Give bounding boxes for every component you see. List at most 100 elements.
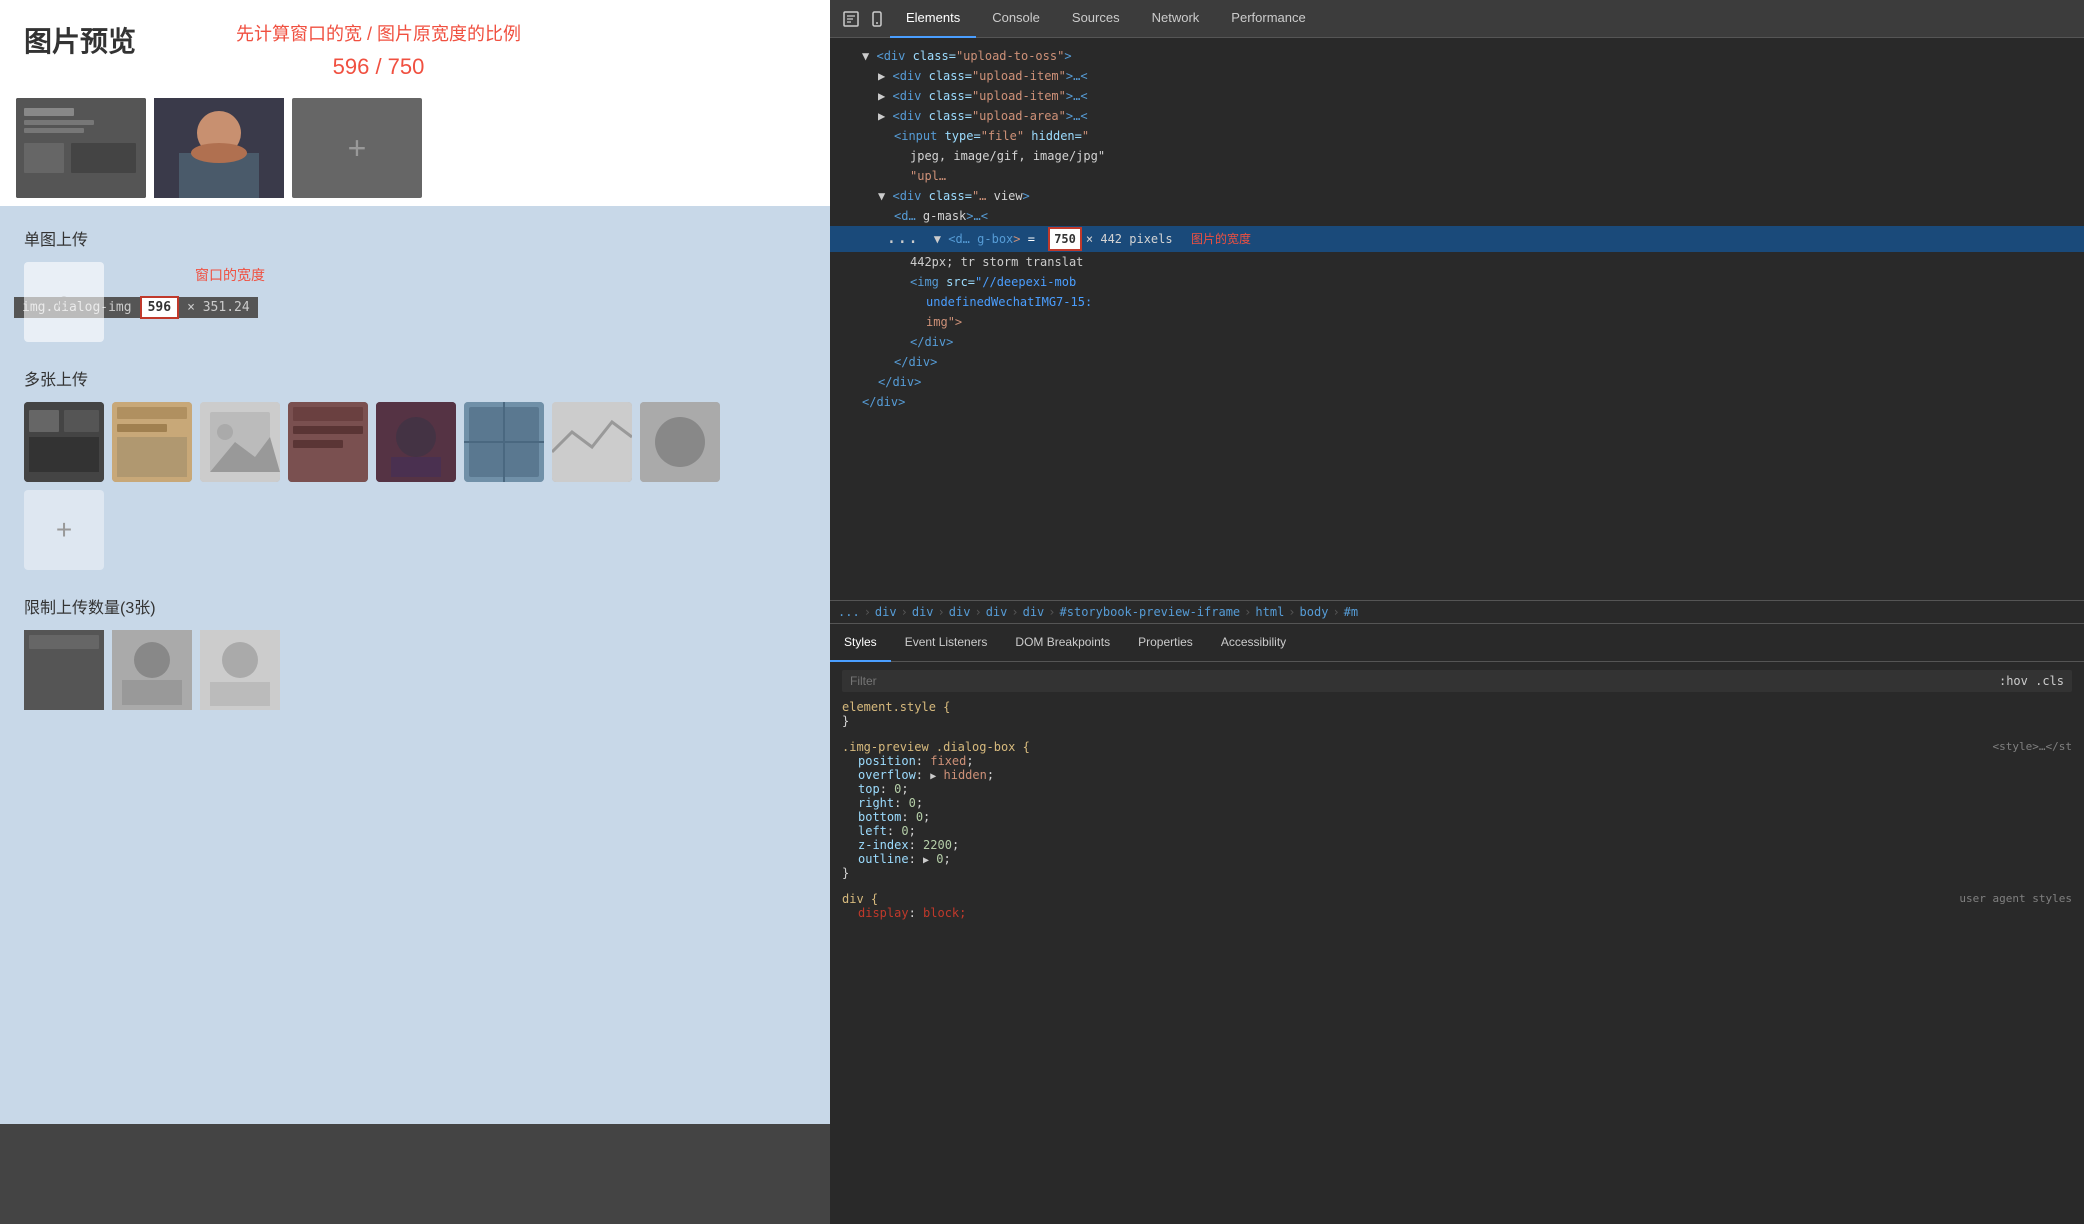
dom-line-10-selected[interactable]: ... ▼ <d… g-box> = 750 × 442 pixels 图片的宽… (830, 226, 2084, 252)
bottom-tab-accessibility[interactable]: Accessibility (1207, 624, 1300, 662)
bc-ellipsis[interactable]: ... (838, 605, 860, 619)
bottom-tabs: Styles Event Listeners DOM Breakpoints P… (830, 624, 2084, 662)
dom-line-11[interactable]: 442px; tr storm translat (830, 252, 2084, 272)
devtools-tab-console[interactable]: Console (976, 0, 1056, 38)
dom-tree-area: ▼ <div class="upload-to-oss"> ▶ <div cla… (830, 38, 2084, 1224)
preview-ratio: 596 / 750 (236, 54, 521, 80)
add-preview-icon: + (348, 130, 367, 167)
preview-thumb-2[interactable] (154, 98, 284, 198)
preview-title: 图片预览 (24, 20, 136, 60)
dom-line-img-close[interactable]: img"> (830, 312, 2084, 332)
multi-upload-img-1[interactable] (24, 402, 104, 482)
content-area: 单图上传 ○ 多张上传 (0, 206, 830, 1124)
bc-div-5[interactable]: div (1023, 605, 1045, 619)
dom-line-img[interactable]: <img src="//deepexi-mob (830, 272, 2084, 292)
multi-upload-add-btn[interactable]: + (24, 490, 104, 570)
dom-line-3[interactable]: ▶ <div class="upload-item">…< (830, 86, 2084, 106)
styles-panel: :hov .cls element.style { } .img-preview… (830, 662, 2084, 1224)
css-prop-bottom: bottom: 0; (858, 810, 2072, 824)
multi-upload-img-5[interactable] (376, 402, 456, 482)
section-title-single: 单图上传 (24, 226, 806, 250)
dom-line-img-url[interactable]: undefinedWechatIMG7-15: (830, 292, 2084, 312)
dom-line-2[interactable]: ▶ <div class="upload-item">…< (830, 66, 2084, 86)
css-selector-div: div { (842, 892, 878, 906)
css-prop-zindex: z-index: 2200; (858, 838, 2072, 852)
size-text: × 442 pixels (1086, 230, 1173, 248)
bc-body[interactable]: body (1300, 605, 1329, 619)
devtools-tab-network[interactable]: Network (1136, 0, 1216, 38)
css-prop-display: display: block; (858, 906, 2072, 920)
bottom-tab-dom-breakpoints[interactable]: DOM Breakpoints (1001, 624, 1124, 662)
css-block-close-2: } (842, 866, 849, 880)
size-tooltip: 750 × 442 pixels 图片的宽度 (1048, 227, 1251, 251)
dom-line-8[interactable]: ▼ <div class="… view> (830, 186, 2084, 206)
devtools-inspect-icon[interactable] (838, 6, 864, 32)
limited-upload-img-1[interactable] (24, 630, 104, 710)
css-source-dialog[interactable]: <style>…</st (1993, 740, 2072, 754)
dom-line-7[interactable]: "upl… (830, 166, 2084, 186)
section-single-upload: 单图上传 ○ (24, 226, 806, 342)
limited-upload-img-3[interactable] (200, 630, 280, 710)
selector-rest: × 351.24 (179, 297, 258, 318)
section-multi-upload: 多张上传 (24, 366, 806, 570)
multi-upload-img-6[interactable] (464, 402, 544, 482)
devtools-mobile-icon[interactable] (864, 6, 890, 32)
preview-header: 图片预览 先计算窗口的宽 / 图片原宽度的比例 596 / 750 (0, 0, 830, 90)
dom-line-5[interactable]: <input type="file" hidden=" (830, 126, 2084, 146)
dom-line-div-close-4: </div> (830, 392, 2084, 412)
bc-div-4[interactable]: div (986, 605, 1008, 619)
devtools-panel: Elements Console Sources Network Perform… (830, 0, 2084, 1224)
dom-line-4[interactable]: ▶ <div class="upload-area">…< (830, 106, 2084, 126)
dom-line-div-close-2: </div> (830, 352, 2084, 372)
bottom-tab-event-listeners[interactable]: Event Listeners (891, 624, 1002, 662)
css-rule-div-useragent: div { user agent styles display: block; (842, 892, 2072, 920)
multi-upload-img-7[interactable] (552, 402, 632, 482)
multi-upload-img-2[interactable] (112, 402, 192, 482)
dom-tree[interactable]: ▼ <div class="upload-to-oss"> ▶ <div cla… (830, 38, 2084, 600)
preview-info-text: 先计算窗口的宽 / 图片原宽度的比例 (236, 20, 521, 46)
single-upload-box[interactable]: ○ (24, 262, 104, 342)
left-panel: 图片预览 先计算窗口的宽 / 图片原宽度的比例 596 / 750 (0, 0, 830, 1224)
css-block-close-1: } (842, 714, 849, 728)
preview-thumb-1[interactable] (16, 98, 146, 198)
bottom-bar (0, 1124, 830, 1224)
css-prop-outline: outline: ▶ 0; (858, 852, 2072, 866)
bc-storybook-iframe[interactable]: #storybook-preview-iframe (1060, 605, 1241, 619)
bc-html[interactable]: html (1255, 605, 1284, 619)
preview-thumb-3[interactable]: + (292, 98, 422, 198)
bc-div-3[interactable]: div (949, 605, 971, 619)
multi-upload-img-3[interactable] (200, 402, 280, 482)
devtools-tab-sources[interactable]: Sources (1056, 0, 1136, 38)
css-selector-element: element.style { (842, 700, 950, 714)
breadcrumb-bar: ... › div › div › div › div › div › #sto… (830, 600, 2084, 624)
multi-upload-img-8[interactable] (640, 402, 720, 482)
bc-hash-m[interactable]: #m (1344, 605, 1358, 619)
bc-div-1[interactable]: div (875, 605, 897, 619)
css-selector-dialog: .img-preview .dialog-box { (842, 740, 1030, 754)
css-source-useragent: user agent styles (1959, 892, 2072, 906)
styles-hov-cls[interactable]: :hov .cls (1999, 674, 2064, 688)
section-title-limited: 限制上传数量(3张) (24, 594, 806, 618)
css-prop-left: left: 0; (858, 824, 2072, 838)
devtools-tab-elements[interactable]: Elements (890, 0, 976, 38)
dom-line-6[interactable]: jpeg, image/gif, image/jpg" (830, 146, 2084, 166)
styles-filter-input[interactable] (850, 674, 970, 688)
size-value: 750 (1048, 227, 1082, 251)
css-prop-right: right: 0; (858, 796, 2072, 810)
bc-div-2[interactable]: div (912, 605, 934, 619)
css-prop-top: top: 0; (858, 782, 2072, 796)
image-strip: + 窗口的宽度 img.dialog-img 596 × 351.24 (0, 90, 830, 206)
multi-upload-img-4[interactable] (288, 402, 368, 482)
bottom-tab-properties[interactable]: Properties (1124, 624, 1207, 662)
limited-upload-row (24, 630, 806, 710)
devtools-top-tabs: Elements Console Sources Network Perform… (830, 0, 2084, 38)
multi-upload-row: + (24, 402, 806, 570)
window-width-label: 窗口的宽度 (195, 265, 265, 285)
dom-line-div-close-3: </div> (830, 372, 2084, 392)
dom-line-9[interactable]: <d… g-mask>…< (830, 206, 2084, 226)
devtools-tab-performance[interactable]: Performance (1215, 0, 1321, 38)
limited-upload-img-2[interactable] (112, 630, 192, 710)
dom-line-1[interactable]: ▼ <div class="upload-to-oss"> (830, 46, 2084, 66)
size-label-cn: 图片的宽度 (1177, 230, 1251, 248)
bottom-tab-styles[interactable]: Styles (830, 624, 891, 662)
